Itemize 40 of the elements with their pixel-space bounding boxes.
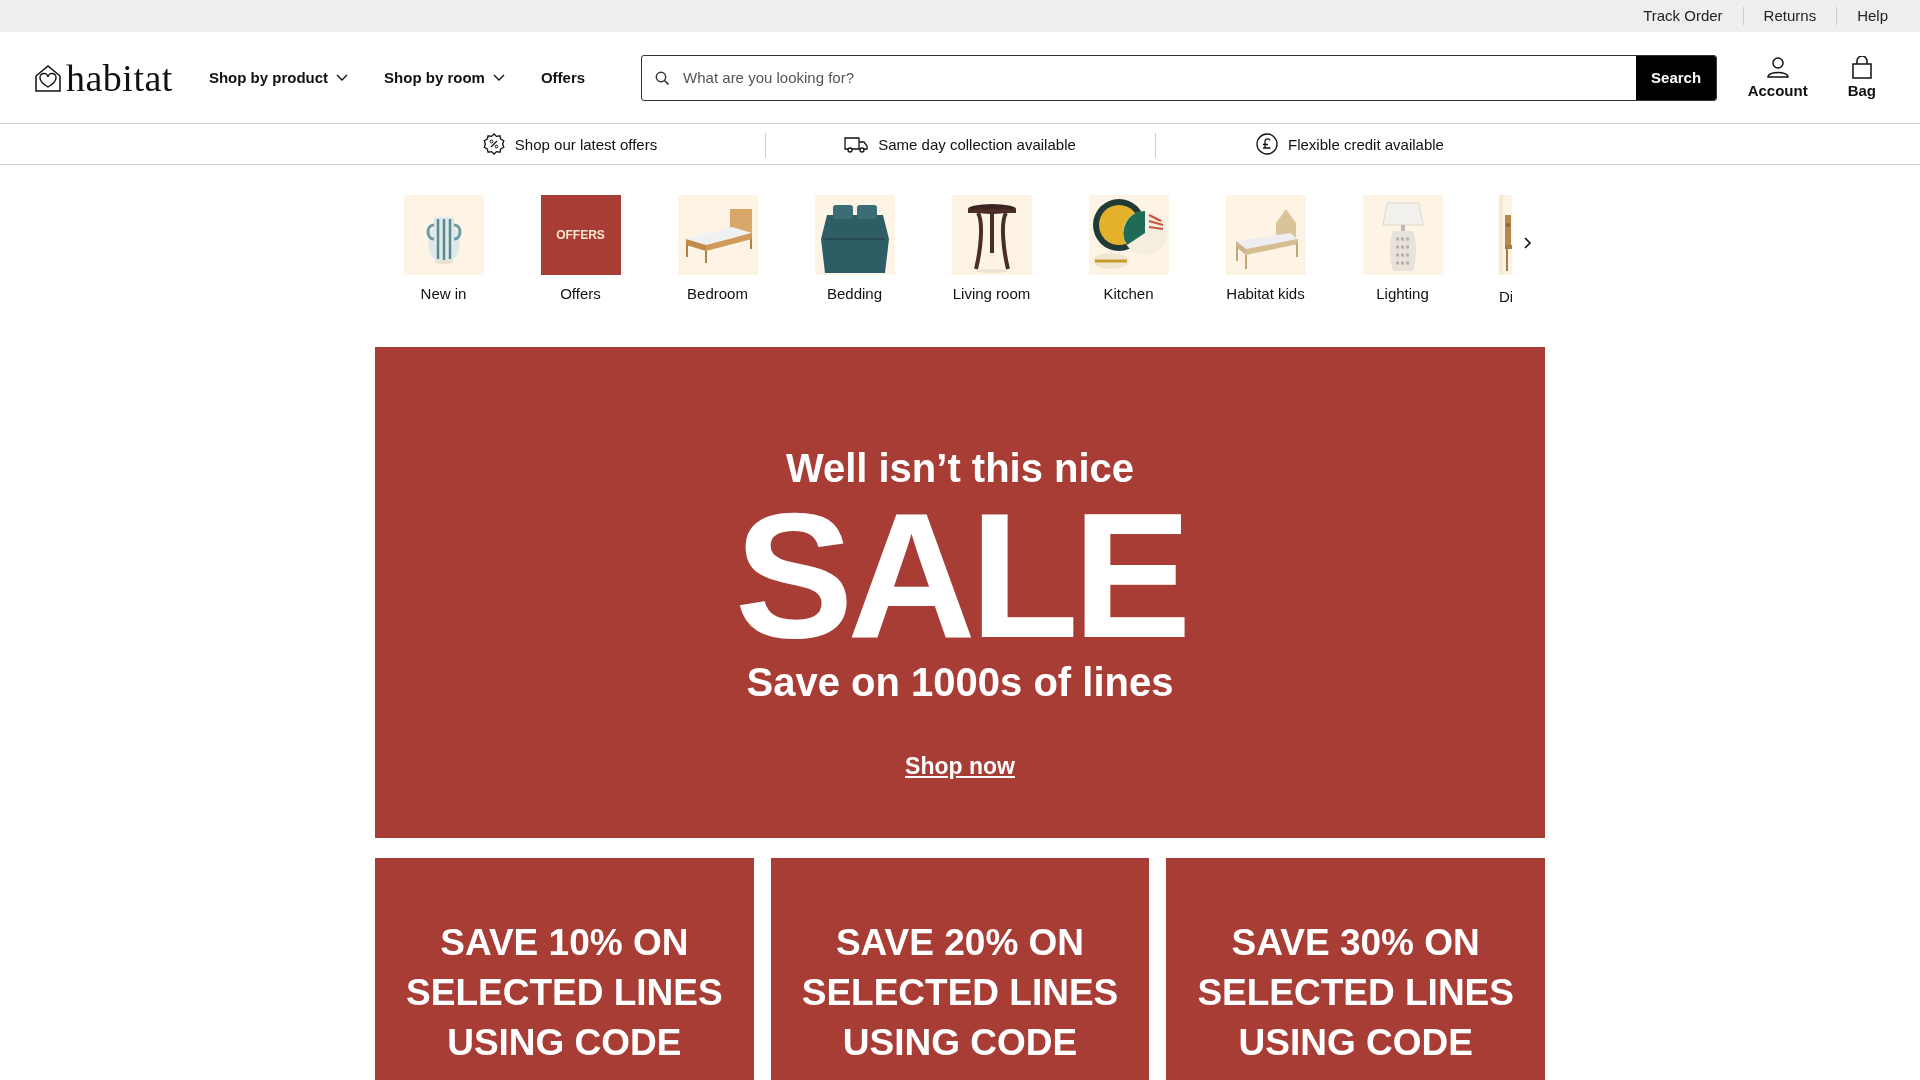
van-icon xyxy=(844,135,869,153)
hero-headline: SALE xyxy=(734,495,1186,657)
shop-now-link[interactable]: Shop now xyxy=(905,753,1015,780)
search-button[interactable]: Search xyxy=(1636,55,1717,100)
top-link[interactable]: Returns xyxy=(1742,7,1837,25)
hero-subline: Save on 1000s of lines xyxy=(746,659,1174,705)
promo-card[interactable]: SAVE 10% ON SELECTED LINES USING CODE xyxy=(375,858,754,1080)
benefit-text: Shop our latest offers xyxy=(514,135,658,153)
bag-link[interactable]: Bag xyxy=(1847,56,1876,99)
nav-link[interactable]: Shop by product xyxy=(208,69,349,86)
category-link[interactable]: Lighting xyxy=(1376,285,1429,302)
benefit-text: Flexible credit available xyxy=(1288,135,1444,153)
category-link[interactable]: Living room xyxy=(952,285,1031,302)
top-link[interactable]: Help xyxy=(1836,7,1908,25)
search-icon xyxy=(655,70,670,85)
search-field[interactable]: What are you looking for? Search xyxy=(641,54,1718,101)
promo-card[interactable]: SAVE 20% ON SELECTED LINES USING CODE xyxy=(770,858,1150,1080)
nav-link[interactable]: Offers xyxy=(540,69,586,86)
category-link[interactable]: New in xyxy=(420,285,467,302)
benefit-text: Same day collection available xyxy=(878,135,1076,153)
tile-text: OFFERS xyxy=(556,228,605,242)
category-link[interactable]: Offers xyxy=(560,285,601,302)
promo-card[interactable]: SAVE 30% ON SELECTED LINES USING CODE xyxy=(1166,858,1545,1080)
pound-coin-icon xyxy=(1256,133,1279,155)
category-link[interactable]: Di xyxy=(1499,288,1512,305)
bag-icon xyxy=(1850,56,1873,79)
nav-link[interactable]: Shop by room xyxy=(384,69,505,86)
top-link[interactable]: Track Order xyxy=(1623,7,1743,25)
hero-kicker: Well isn’t this nice xyxy=(785,445,1135,491)
house-heart-icon xyxy=(34,62,62,93)
percent-badge-icon xyxy=(482,133,505,155)
habitat-logo[interactable]: habitat xyxy=(34,55,173,100)
category-link[interactable]: Habitat kids xyxy=(1226,285,1305,302)
account-link[interactable]: Account xyxy=(1747,56,1808,99)
chevron-right-icon[interactable] xyxy=(1524,237,1532,249)
offers-tile[interactable]: OFFERS xyxy=(540,195,621,275)
category-link[interactable]: Bedding xyxy=(826,285,883,302)
person-icon xyxy=(1765,56,1790,79)
category-link[interactable]: Bedroom xyxy=(687,285,748,302)
category-link[interactable]: Kitchen xyxy=(1103,285,1154,302)
